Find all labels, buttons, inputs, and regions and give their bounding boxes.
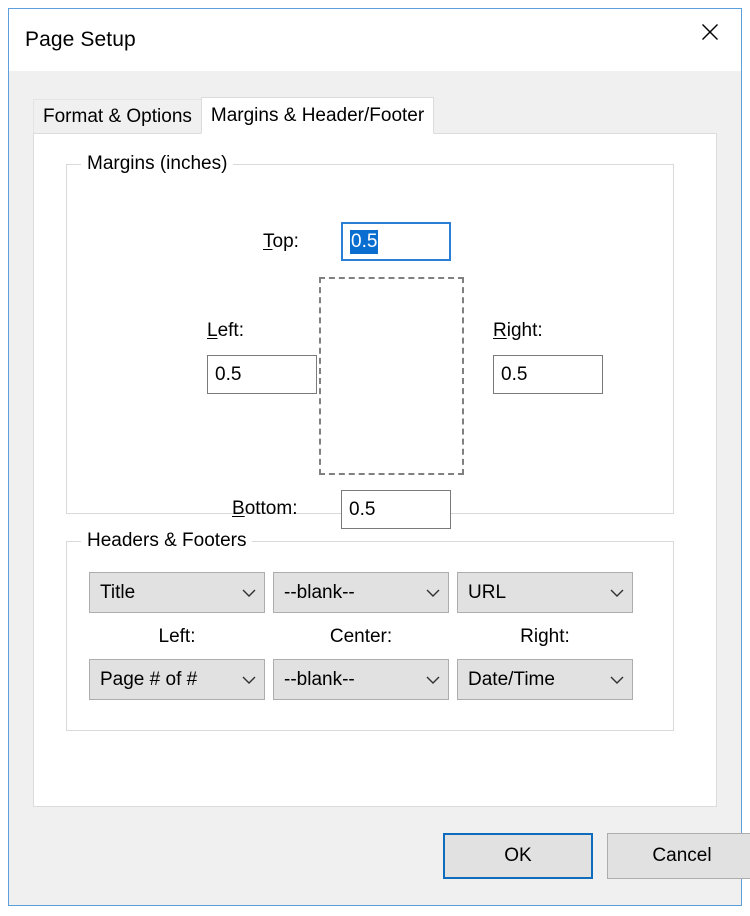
- footer-right-select[interactable]: Date/Time: [457, 659, 633, 700]
- ok-button[interactable]: OK: [443, 833, 593, 879]
- tab-strip: Format & Options Margins & Header/Footer: [33, 97, 729, 134]
- margin-top-value: 0.5: [350, 230, 379, 254]
- header-center-value: --blank--: [284, 581, 355, 603]
- margin-top-label: Top:: [263, 231, 299, 252]
- margins-group-legend: Margins (inches): [81, 153, 234, 175]
- margin-right-label: Right:: [493, 320, 543, 341]
- chevron-down-icon: [418, 675, 448, 685]
- header-right-select[interactable]: URL: [457, 572, 633, 613]
- headers-footers-group-legend: Headers & Footers: [81, 530, 253, 552]
- margin-right-input[interactable]: 0.5: [493, 355, 603, 394]
- page-setup-dialog: Page Setup Format & Options Margins & He…: [8, 8, 750, 906]
- header-left-select[interactable]: Title: [89, 572, 265, 613]
- close-button[interactable]: [679, 9, 741, 55]
- tab-margins-and-header-footer[interactable]: Margins & Header/Footer: [200, 97, 435, 134]
- margin-left-label: Left:: [207, 320, 244, 341]
- header-left-value: Title: [100, 581, 136, 603]
- header-right-value: URL: [468, 581, 507, 603]
- hf-column-label-left: Left:: [158, 626, 196, 647]
- chevron-down-icon: [234, 675, 264, 685]
- hf-column-label-center: Center:: [329, 626, 393, 647]
- chevron-down-icon: [234, 588, 264, 598]
- margin-bottom-value: 0.5: [349, 499, 376, 520]
- margin-bottom-label: Bottom:: [232, 498, 298, 519]
- header-center-select[interactable]: --blank--: [273, 572, 449, 613]
- margins-group: Margins (inches) Top: 0.5 Left: 0.5 Righ…: [66, 153, 674, 529]
- tab-format-and-options[interactable]: Format & Options: [33, 99, 202, 133]
- page-preview-icon: [319, 277, 464, 475]
- margin-left-input[interactable]: 0.5: [207, 355, 317, 394]
- footer-center-select[interactable]: --blank--: [273, 659, 449, 700]
- margin-bottom-input[interactable]: 0.5: [341, 490, 451, 529]
- dialog-body: Format & Options Margins & Header/Footer…: [9, 71, 750, 905]
- hf-column-label-right: Right:: [520, 626, 570, 647]
- footer-left-select[interactable]: Page # of #: [89, 659, 265, 700]
- footer-center-value: --blank--: [284, 668, 355, 690]
- page-title: Page Setup: [25, 28, 136, 51]
- close-icon: [699, 21, 721, 43]
- tab-panel-margins-header-footer: Margins (inches) Top: 0.5 Left: 0.5 Righ…: [33, 133, 717, 807]
- cancel-button[interactable]: Cancel: [607, 833, 750, 879]
- headers-footers-group: Headers & Footers Title --blank-- URL Le…: [66, 530, 674, 731]
- title-bar: Page Setup: [9, 9, 741, 71]
- margin-right-value: 0.5: [501, 364, 528, 385]
- chevron-down-icon: [418, 588, 448, 598]
- margin-top-input[interactable]: 0.5: [341, 222, 451, 261]
- dialog-footer: OK Cancel: [9, 809, 750, 905]
- footer-right-value: Date/Time: [468, 668, 555, 690]
- footer-left-value: Page # of #: [100, 668, 198, 690]
- chevron-down-icon: [602, 675, 632, 685]
- chevron-down-icon: [602, 588, 632, 598]
- margin-left-value: 0.5: [215, 364, 242, 385]
